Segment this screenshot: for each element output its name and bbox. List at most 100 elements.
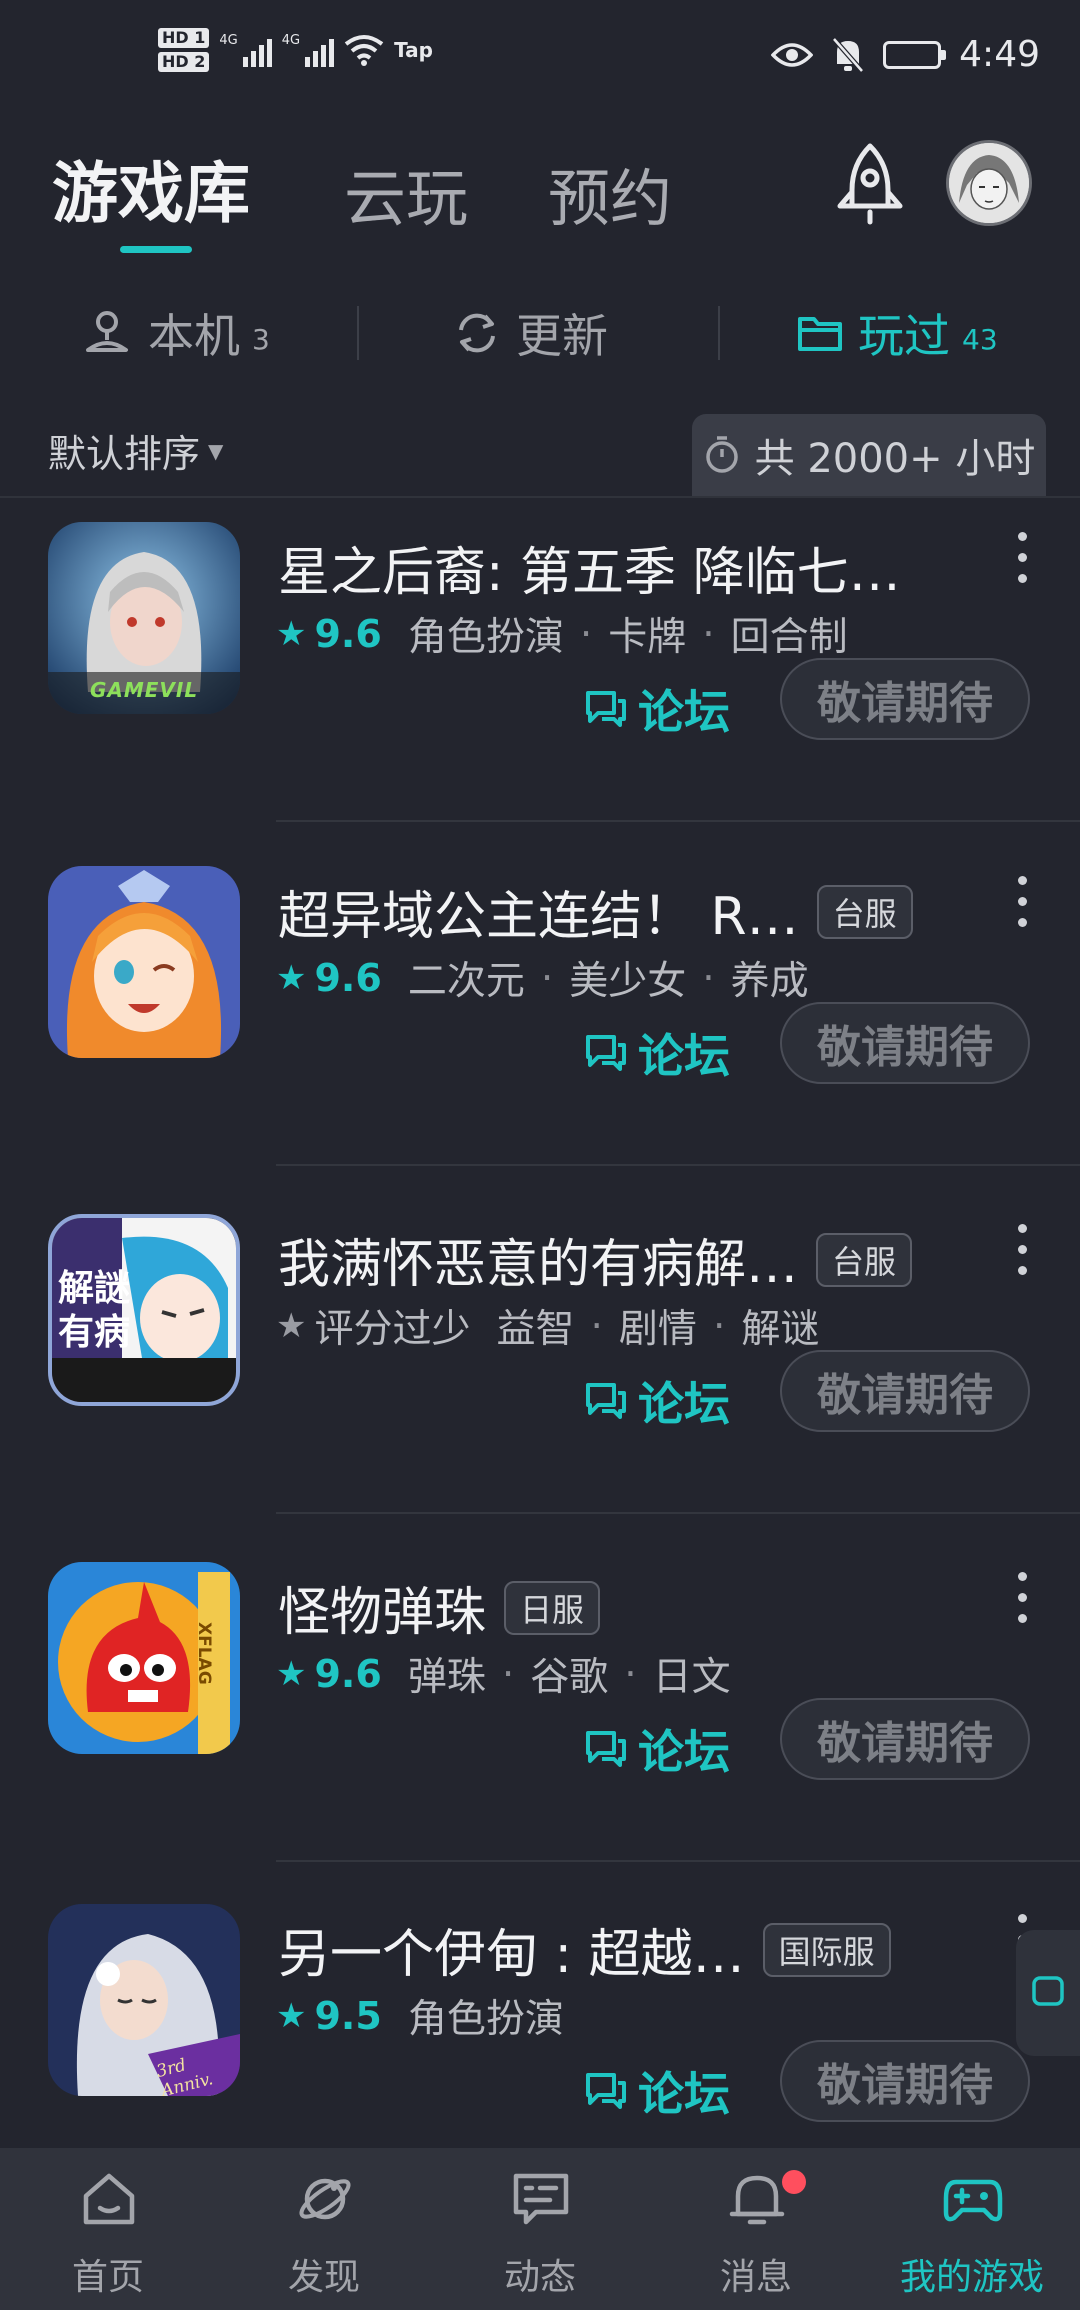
game-rating: 9.5 <box>314 1994 382 2038</box>
forum-button[interactable]: 论坛 <box>584 1716 730 1782</box>
chat-icon <box>513 2173 569 2225</box>
game-list-item[interactable]: 超异域公主连结！ R… 台服 ★ 9.6 二次元 · 美少女 · 养成 论坛 敬… <box>0 842 1080 1186</box>
game-tag: 二次元 <box>407 959 525 1004</box>
game-title: 另一个伊甸 : 超越… <box>278 1925 745 1985</box>
more-options-icon[interactable] <box>1016 1224 1028 1275</box>
game-list-item[interactable]: XFLAG 怪物弹珠 日服 ★ 9.6 弹珠 · 谷歌 · 日文 论坛 敬请期待 <box>0 1538 1080 1882</box>
game-list-item[interactable]: 解謎 有病 我满怀恶意的有病解… 台服 ★ 评分过少 益智 · 剧情 · 解谜 … <box>0 1190 1080 1534</box>
bell-icon <box>729 2175 785 2225</box>
more-options-icon[interactable] <box>1016 876 1028 927</box>
wifi-icon <box>344 35 384 66</box>
server-badge: 台服 <box>816 1232 913 1287</box>
subtab-played[interactable]: 玩过 43 <box>796 298 998 368</box>
coming-soon-button[interactable]: 敬请期待 <box>780 2040 1030 2122</box>
tab-cloud-play[interactable]: 云玩 <box>344 148 468 238</box>
floating-tab-icon <box>1032 1976 1064 2006</box>
total-hours-text: 共 2000+ 小时 <box>754 436 1036 482</box>
forum-button[interactable]: 论坛 <box>584 1368 730 1434</box>
game-tag: 角色扮演 <box>407 1997 564 2042</box>
server-badge: 台服 <box>816 884 913 939</box>
game-list-item[interactable]: GAMEVIL 星之后裔: 第五季 降临七… ★ 9.6 角色扮演 · 卡牌 ·… <box>0 498 1080 842</box>
nav-messages[interactable]: 消息 <box>648 2148 864 2310</box>
floating-side-tab[interactable] <box>1016 1930 1080 2056</box>
rocket-icon[interactable] <box>830 140 910 225</box>
tab-game-library[interactable]: 游戏库 <box>52 140 250 236</box>
subtab-updates[interactable]: 更新 <box>452 298 608 368</box>
divider <box>276 1860 1080 1862</box>
game-meta: ★ 9.6 弹珠 · 谷歌 · 日文 <box>276 1646 731 1702</box>
subtab-count: 3 <box>252 323 270 356</box>
caret-down-icon: ▼ <box>208 438 224 463</box>
timer-icon <box>705 436 738 473</box>
game-tag: 回合制 <box>730 615 848 660</box>
coming-soon-button[interactable]: 敬请期待 <box>780 1002 1030 1084</box>
game-tag: 日文 <box>652 1655 731 1700</box>
more-options-icon[interactable] <box>1016 532 1028 583</box>
forum-label: 论坛 <box>638 1725 730 1779</box>
divider <box>276 1512 1080 1514</box>
gamepad-icon <box>943 2179 1003 2222</box>
server-badge: 日服 <box>504 1580 601 1635</box>
forum-icon <box>586 1035 626 1071</box>
battery-icon <box>883 40 947 69</box>
coming-soon-button[interactable]: 敬请期待 <box>780 658 1030 740</box>
game-rating: 评分过少 <box>314 1307 471 1352</box>
game-icon: GAMEVIL <box>48 522 240 714</box>
game-rating: 9.6 <box>314 1652 382 1696</box>
avatar[interactable] <box>946 140 1032 226</box>
clock: 4:49 <box>959 34 1040 75</box>
nav-my-games[interactable]: 我的游戏 <box>864 2148 1080 2310</box>
sort-label: 默认排序 <box>48 432 201 476</box>
planet-icon <box>299 2178 351 2220</box>
forum-button[interactable]: 论坛 <box>584 1020 730 1086</box>
subtab-count: 43 <box>962 323 998 356</box>
game-tag: 美少女 <box>569 959 687 1004</box>
forum-label: 论坛 <box>638 1377 730 1431</box>
nav-discover[interactable]: 发现 <box>216 2148 432 2310</box>
game-tag: 解谜 <box>741 1307 820 1352</box>
signal-icon: 4G <box>219 33 272 67</box>
nav-feed[interactable]: 动态 <box>432 2148 648 2310</box>
subtab-label: 更新 <box>516 309 608 363</box>
nav-home[interactable]: 首页 <box>0 2148 216 2310</box>
game-title: 我满怀恶意的有病解… <box>278 1235 799 1295</box>
hd2-indicator: HD 2 <box>158 52 210 72</box>
game-tag: 弹珠 <box>407 1655 486 1700</box>
sort-dropdown[interactable]: 默认排序 ▼ <box>48 423 223 478</box>
game-tag: 谷歌 <box>530 1655 609 1700</box>
star-icon: ★ <box>276 614 307 654</box>
forum-label: 论坛 <box>638 2067 730 2121</box>
nav-label: 消息 <box>719 2257 792 2298</box>
game-meta: ★ 9.6 二次元 · 美少女 · 养成 <box>276 950 809 1006</box>
forum-button[interactable]: 论坛 <box>584 676 730 742</box>
subtab-local[interactable]: 本机 3 <box>80 298 270 368</box>
game-title: 超异域公主连结！ R… <box>278 887 799 947</box>
bottom-navigation: 首页 发现 动态 消息 我的游戏 <box>0 2148 1080 2310</box>
star-icon: ★ <box>276 958 307 998</box>
more-options-icon[interactable] <box>1016 1572 1028 1623</box>
game-icon-caption: GAMEVIL <box>89 678 199 702</box>
forum-button[interactable]: 论坛 <box>584 2058 730 2124</box>
star-icon: ★ <box>276 1306 307 1346</box>
game-icon <box>48 866 240 1058</box>
coming-soon-button[interactable]: 敬请期待 <box>780 1350 1030 1432</box>
game-icon: 解謎 有病 <box>48 1214 240 1406</box>
coming-soon-button[interactable]: 敬请期待 <box>780 1698 1030 1780</box>
status-left: HD 1 HD 2 4G 4G Tap <box>158 28 433 72</box>
nav-label: 我的游戏 <box>899 2257 1044 2298</box>
nav-label: 首页 <box>71 2257 144 2298</box>
avatar-image <box>949 143 1029 223</box>
game-meta: ★ 9.6 角色扮演 · 卡牌 · 回合制 <box>276 606 848 662</box>
device-icon <box>86 311 128 352</box>
game-title: 怪物弹珠 <box>278 1583 487 1643</box>
status-bar: HD 1 HD 2 4G 4G Tap 4:49 <box>0 0 1080 125</box>
unread-badge <box>782 2170 806 2194</box>
forum-label: 论坛 <box>638 685 730 739</box>
tab-reservation[interactable]: 预约 <box>548 148 672 238</box>
game-icon-caption: 解謎 有病 <box>58 1267 131 1353</box>
forum-icon <box>586 691 626 727</box>
game-tag: 角色扮演 <box>407 615 564 660</box>
hd1-indicator: HD 1 <box>158 28 210 48</box>
game-meta: ★ 9.5 角色扮演 <box>276 1988 564 2044</box>
nav-label: 动态 <box>503 2257 576 2298</box>
